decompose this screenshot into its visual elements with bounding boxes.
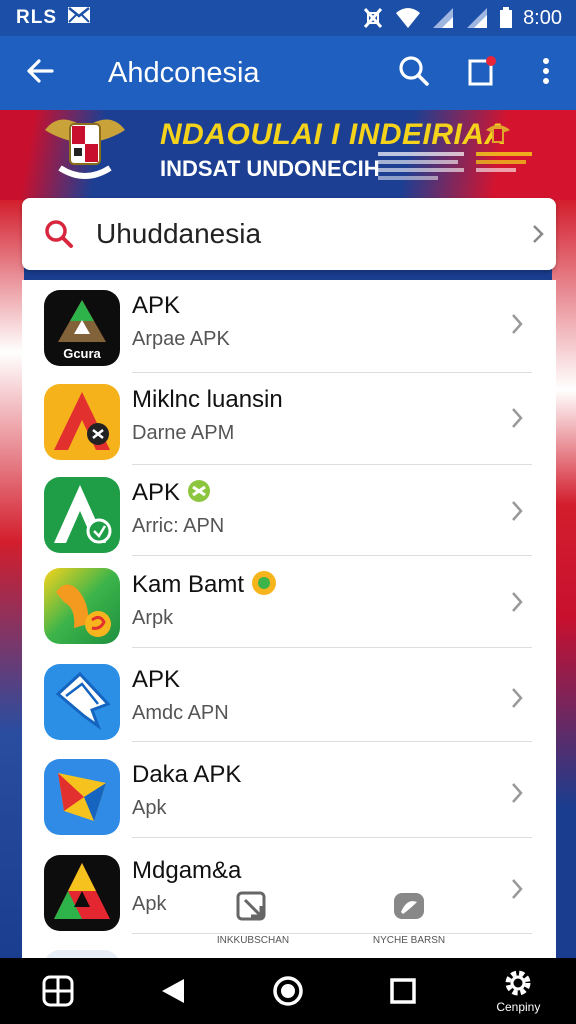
chevron-right-icon <box>512 783 523 803</box>
search-icon <box>22 219 96 249</box>
divider <box>132 647 532 648</box>
app-icon <box>44 568 120 644</box>
no-sim-icon <box>361 7 385 29</box>
small-emblem-icon <box>486 125 510 143</box>
chevron-right-icon <box>512 314 523 334</box>
search-button[interactable] <box>380 36 448 110</box>
notifications-button[interactable] <box>448 36 516 110</box>
badge-icon <box>187 480 210 502</box>
triangle-back-icon <box>161 979 184 1003</box>
hero-banner: NDAOULAI I INDEIRIAA INDSAT UNDONECIH <box>0 110 576 200</box>
more-vert-icon <box>542 57 550 90</box>
app-icon <box>44 477 120 553</box>
app-name: APK <box>132 479 224 507</box>
list-item[interactable]: APK Arric: APN <box>22 467 556 560</box>
page-title: Ahdconesia <box>108 56 260 89</box>
app-name: Kam Bamt <box>132 570 277 599</box>
app-name: Daka APK <box>132 761 242 788</box>
back-nav-button[interactable] <box>133 958 213 1024</box>
app-name: Mdgam&a <box>132 857 242 884</box>
chevron-right-icon <box>512 879 523 899</box>
app-subtitle: Arpk <box>132 607 174 629</box>
banner-headline: NDAOULAI I INDEIRIAA <box>160 118 507 151</box>
chevron-right-icon <box>520 223 556 245</box>
app-icon: Gcura <box>44 290 120 366</box>
app-name: APK <box>132 292 181 319</box>
list-item[interactable]: Miklnc luansin Darne APM <box>22 374 556 467</box>
app-subtitle: Amdc APN <box>132 702 229 724</box>
app-bar: Ahdconesia <box>0 36 576 110</box>
list-item[interactable]: Daka APK Apk <box>22 749 556 842</box>
list-item[interactable]: APK Amdc APN <box>22 654 556 747</box>
tag-icon <box>236 891 266 921</box>
flag-background-left <box>0 200 24 960</box>
mail-icon <box>67 5 91 31</box>
divider <box>132 741 532 742</box>
app-icon <box>44 384 120 460</box>
system-nav-bar: Cenpiny <box>0 958 576 1024</box>
app-icon-label: Gcura <box>63 346 101 361</box>
chevron-right-icon <box>512 592 523 612</box>
home-button[interactable] <box>248 958 328 1024</box>
app-subtitle: Arric: APN <box>132 515 225 537</box>
overlay-tab-label: INKKUBSCHAN <box>216 935 290 946</box>
overlay-tab-2[interactable]: NYCHE BARSN <box>354 890 464 946</box>
chevron-right-icon <box>512 501 523 521</box>
divider <box>132 933 532 934</box>
search-bar[interactable]: Uhuddanesia <box>22 198 556 270</box>
chevron-right-icon <box>512 408 523 428</box>
app-subtitle: Apk <box>132 797 167 819</box>
badge-icon <box>251 571 276 595</box>
app-name: Miklnc luansin <box>132 386 283 413</box>
list-item[interactable]: Gcura APK Arpae APK <box>22 280 556 373</box>
app-icon <box>44 759 120 835</box>
app-icon <box>44 855 120 931</box>
wifi-icon <box>395 7 421 29</box>
banner-fineprint-graphic-2 <box>476 152 532 172</box>
divider <box>132 464 532 465</box>
search-input[interactable]: Uhuddanesia <box>96 218 520 250</box>
clock: 8:00 <box>523 6 562 29</box>
app-list: Gcura APK Arpae APK Miklnc luansin Darne… <box>22 280 556 958</box>
gear-icon <box>505 970 531 996</box>
overflow-menu-button[interactable] <box>516 36 576 110</box>
divider <box>132 555 532 556</box>
app-subtitle: Arpae APK <box>132 328 230 350</box>
chat-icon <box>394 893 424 919</box>
notification-icon <box>467 55 497 92</box>
home-circle-icon <box>273 976 303 1006</box>
square-recents-icon <box>390 978 416 1004</box>
apps-button[interactable] <box>18 958 98 1024</box>
divider <box>132 837 532 838</box>
banner-fineprint-graphic <box>378 152 464 180</box>
chevron-right-icon <box>512 688 523 708</box>
list-item[interactable]: Kam Bamt Arpk <box>22 558 556 651</box>
banner-subheadline: INDSAT UNDONECIH <box>160 156 380 181</box>
app-icon <box>44 664 120 740</box>
settings-button[interactable]: Cenpiny <box>478 958 558 1024</box>
search-icon <box>398 55 430 92</box>
battery-icon <box>499 7 513 29</box>
settings-label: Cenpiny <box>496 1000 541 1014</box>
divider <box>132 372 532 373</box>
carrier-label: RLS <box>16 7 57 28</box>
recents-button[interactable] <box>363 958 443 1024</box>
app-icon <box>44 950 120 958</box>
back-button[interactable] <box>0 36 80 110</box>
signal-icon-2 <box>465 7 489 29</box>
status-bar: RLS 8:00 <box>0 0 576 36</box>
signal-icon <box>431 7 455 29</box>
garuda-emblem-icon <box>45 119 125 179</box>
overlay-tab-1[interactable]: INKKUBSCHAN <box>198 890 308 946</box>
app-subtitle: Darne APM <box>132 422 235 444</box>
apps-grid-icon <box>42 975 74 1007</box>
arrow-left-icon <box>26 57 54 90</box>
overlay-tab-label: NYCHE BARSN <box>372 935 446 946</box>
app-name: APK <box>132 666 181 693</box>
